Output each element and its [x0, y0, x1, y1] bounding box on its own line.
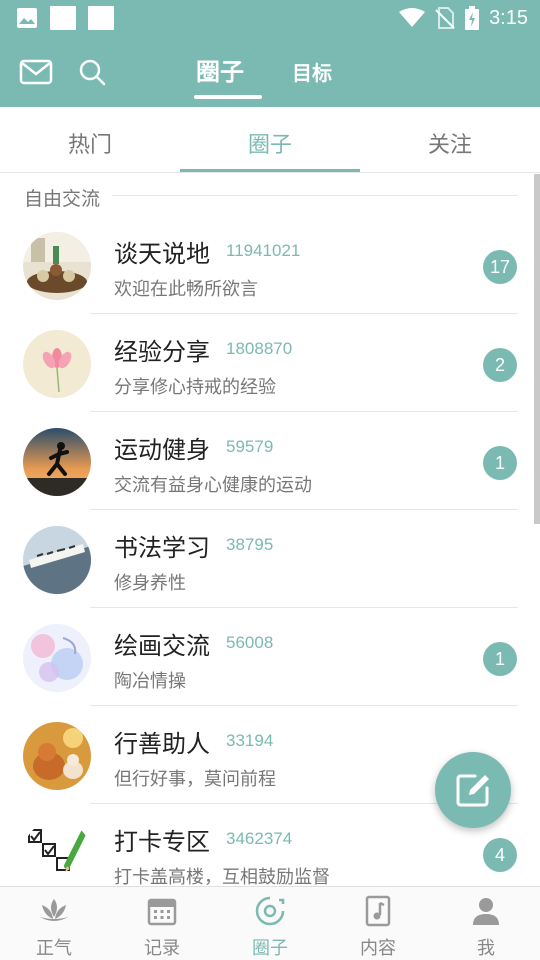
- mail-button[interactable]: [18, 54, 54, 90]
- edit-icon: [456, 774, 489, 807]
- subtab-indicator: [180, 169, 360, 172]
- notification-square-icon: [88, 6, 114, 30]
- image-icon: [17, 8, 37, 28]
- tab-indicator: [194, 95, 262, 99]
- lotus-icon: [40, 899, 68, 921]
- music-doc-icon: [365, 895, 391, 927]
- circle-name: 行善助人: [114, 730, 210, 758]
- nav-label: 内容: [360, 938, 396, 959]
- member-count: 1808870: [226, 339, 293, 358]
- circle-refresh-icon: [255, 896, 285, 926]
- status-time: 3:15: [489, 6, 528, 29]
- status-bar: 3:15: [0, 0, 540, 36]
- search-icon: [79, 59, 106, 86]
- avatar: [23, 330, 91, 398]
- subtab-hot[interactable]: 热门: [0, 127, 180, 159]
- person-icon: [473, 898, 499, 925]
- sub-tabs: 热门 圈子 关注: [0, 107, 540, 173]
- list-item[interactable]: 书法学习 38795 修身养性: [0, 510, 540, 608]
- member-count: 33194: [226, 731, 274, 750]
- scrollbar[interactable]: [534, 174, 540, 524]
- nav-item-me[interactable]: 我: [432, 887, 540, 960]
- list-item[interactable]: 运动健身 59579 交流有益身心健康的运动 1: [0, 412, 540, 510]
- bottom-nav: 正气 记录 圈子 内容 我: [0, 886, 540, 960]
- circle-name: 书法学习: [114, 534, 210, 562]
- wifi-icon: [399, 8, 426, 27]
- status-notifications: [16, 6, 114, 30]
- avatar: [23, 526, 91, 594]
- avatar: [23, 624, 91, 692]
- app-bar: 圈子 目标: [0, 36, 540, 107]
- compose-button[interactable]: [435, 752, 511, 828]
- circle-name: 运动健身: [114, 436, 210, 464]
- section-divider: [112, 195, 518, 196]
- notification-square-icon: [50, 6, 76, 30]
- circle-description: 陶冶情操: [114, 671, 186, 692]
- member-count: 59579: [226, 437, 274, 456]
- member-count: 3462374: [226, 829, 293, 848]
- circle-description: 但行好事，莫问前程: [114, 769, 276, 790]
- circle-description: 分享修心持戒的经验: [114, 377, 276, 398]
- battery-icon: [465, 6, 480, 30]
- avatar: [23, 722, 91, 790]
- status-right: 3:15: [399, 0, 528, 36]
- circle-name: 谈天说地: [114, 240, 210, 268]
- member-count: 11941021: [226, 241, 301, 260]
- unread-badge: 1: [483, 642, 517, 676]
- circle-name: 绘画交流: [114, 632, 210, 660]
- nav-item-zhengqi[interactable]: 正气: [0, 887, 108, 960]
- circle-name: 经验分享: [114, 338, 210, 366]
- member-count: 38795: [226, 535, 274, 554]
- circle-description: 修身养性: [114, 573, 186, 594]
- subtab-circles[interactable]: 圈子: [180, 127, 360, 159]
- unread-badge: 1: [483, 446, 517, 480]
- avatar: [23, 428, 91, 496]
- no-sim-icon: [435, 7, 455, 29]
- circle-description: 交流有益身心健康的运动: [114, 475, 312, 496]
- nav-label: 我: [477, 938, 495, 959]
- tab-goals[interactable]: 目标: [292, 57, 332, 86]
- unread-badge: 4: [483, 838, 517, 872]
- search-button[interactable]: [74, 54, 110, 90]
- nav-item-content[interactable]: 内容: [324, 887, 432, 960]
- circle-name: 打卡专区: [114, 828, 210, 856]
- avatar: [23, 820, 91, 888]
- unread-badge: 17: [483, 250, 517, 284]
- list-item[interactable]: 谈天说地 11941021 欢迎在此畅所欲言 17: [0, 216, 540, 314]
- list-item[interactable]: 绘画交流 56008 陶冶情操 1: [0, 608, 540, 706]
- circle-description: 欢迎在此畅所欲言: [114, 279, 258, 300]
- member-count: 56008: [226, 633, 274, 652]
- mail-icon: [19, 59, 53, 85]
- subtab-following[interactable]: 关注: [360, 127, 540, 159]
- list-item[interactable]: 经验分享 1808870 分享修心持戒的经验 2: [0, 314, 540, 412]
- section-title: 自由交流: [24, 188, 101, 210]
- nav-item-circles[interactable]: 圈子: [216, 887, 324, 960]
- unread-badge: 2: [483, 348, 517, 382]
- tab-circles[interactable]: 圈子: [196, 52, 244, 87]
- avatar: [23, 232, 91, 300]
- nav-label: 记录: [144, 938, 180, 959]
- nav-label: 圈子: [252, 938, 288, 959]
- nav-item-record[interactable]: 记录: [108, 887, 216, 960]
- nav-label: 正气: [36, 938, 72, 959]
- calendar-icon: [147, 898, 177, 926]
